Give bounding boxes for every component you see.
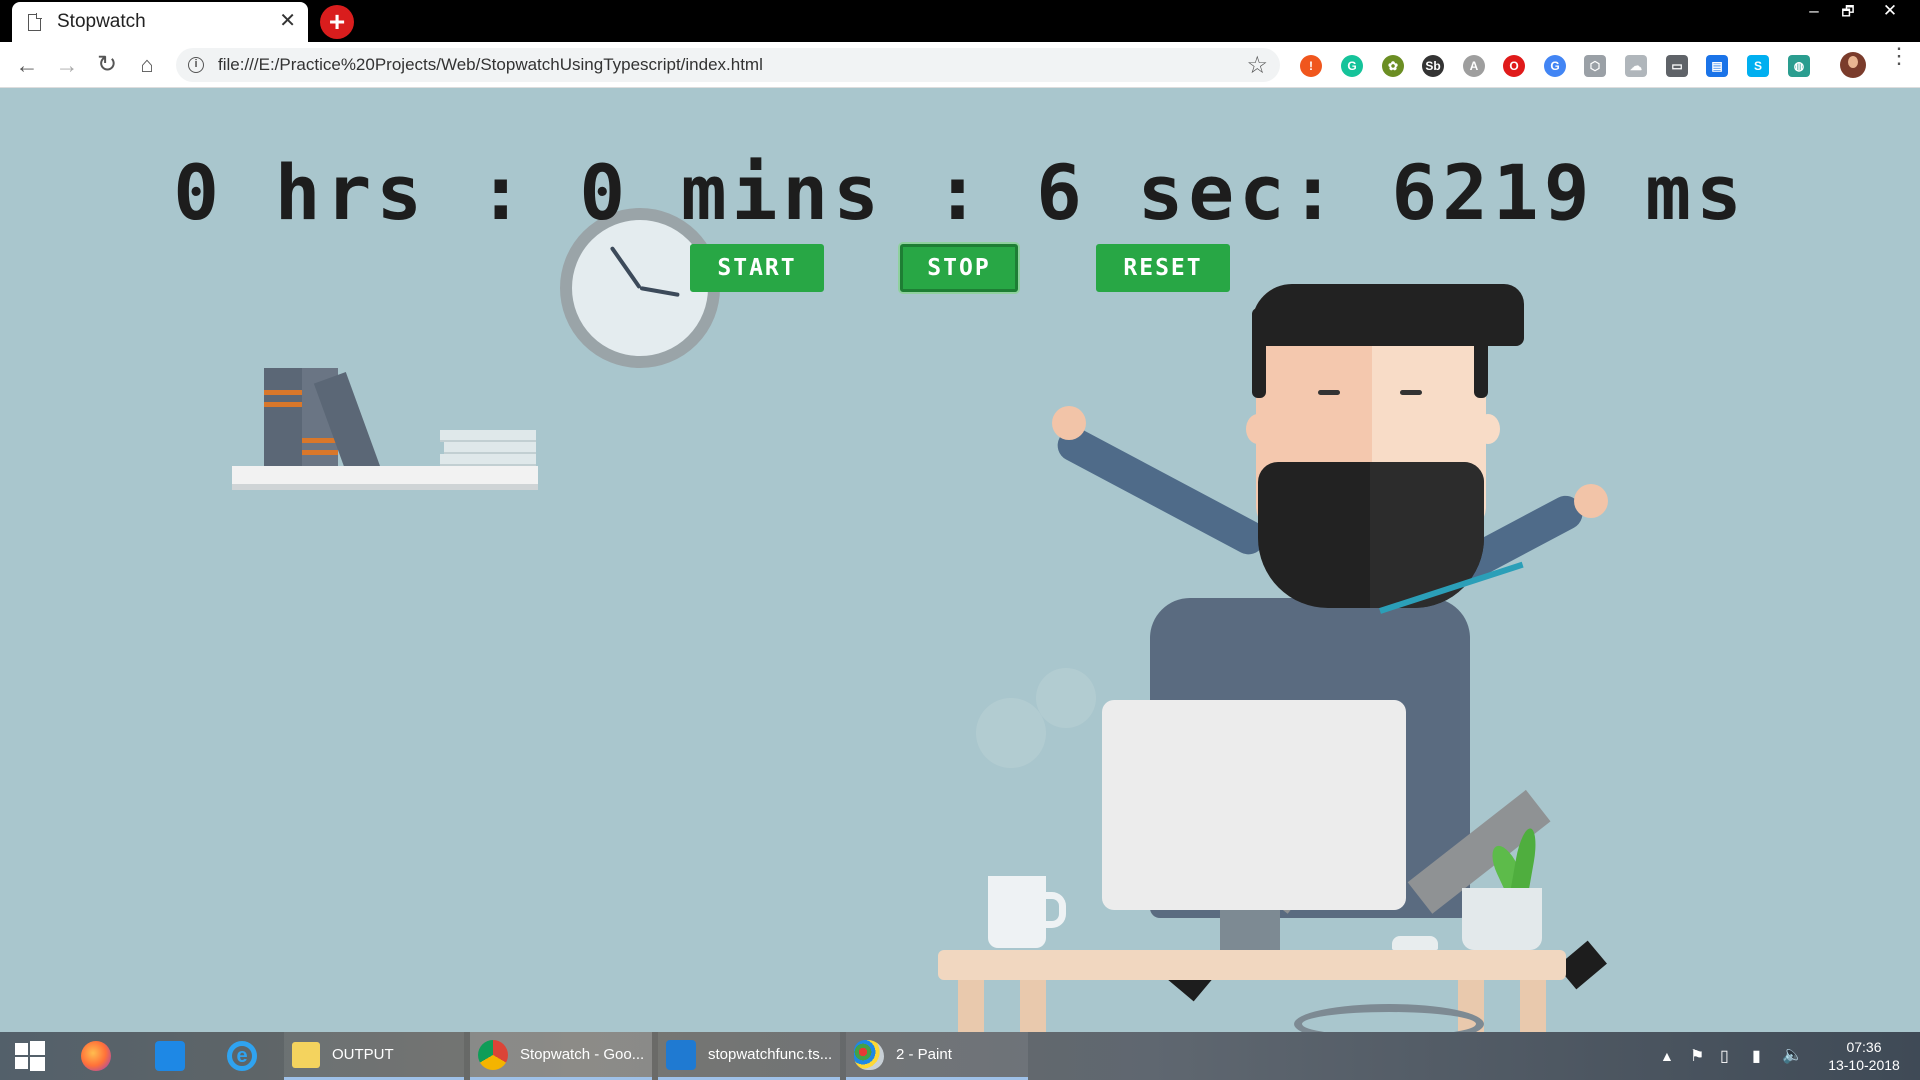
profile-avatar[interactable] bbox=[1840, 52, 1866, 78]
tray-chevron-icon[interactable]: ▲ bbox=[1660, 1048, 1674, 1080]
reload-icon[interactable]: ↻ bbox=[92, 50, 122, 80]
tab-title: Stopwatch bbox=[57, 11, 146, 32]
tray-flag-icon[interactable]: ⚑ bbox=[1690, 1046, 1704, 1080]
taskbar-app-label: stopwatchfunc.ts... bbox=[708, 1046, 833, 1063]
coffee-steam bbox=[976, 698, 1046, 768]
desk-leg bbox=[1520, 980, 1546, 1032]
touch-hand-icon bbox=[155, 1041, 185, 1071]
coffee-mug bbox=[988, 876, 1046, 948]
stopwatch-display: 0 hrs : 0 mins : 6 sec: 6219 ms bbox=[173, 148, 1747, 237]
sb-extension-icon[interactable]: Sb bbox=[1422, 55, 1444, 77]
opera-extension-icon[interactable]: O bbox=[1503, 55, 1525, 77]
taskbar-app-label: OUTPUT bbox=[332, 1046, 394, 1063]
taskbar-date: 13-10-2018 bbox=[1828, 1057, 1900, 1073]
folder-icon bbox=[292, 1041, 320, 1068]
desk-leg bbox=[958, 980, 984, 1032]
taskbar-time: 07:36 bbox=[1846, 1039, 1882, 1055]
cloud-extension-icon[interactable]: ☁ bbox=[1625, 55, 1647, 77]
back-arrow-icon[interactable]: ← bbox=[12, 50, 42, 80]
stop-button[interactable]: STOP bbox=[900, 244, 1018, 292]
man-ear bbox=[1246, 414, 1270, 444]
tray-battery-icon[interactable]: ▯ bbox=[1720, 1046, 1729, 1080]
translate-extension-icon[interactable]: A bbox=[1463, 55, 1485, 77]
document-icon bbox=[28, 12, 42, 31]
vscode-icon bbox=[666, 1039, 696, 1070]
inbox-extension-icon[interactable]: ▤ bbox=[1706, 55, 1728, 77]
man-eye bbox=[1318, 390, 1340, 395]
address-bar[interactable]: i file:///E:/Practice%20Projects/Web/Sto… bbox=[176, 48, 1280, 82]
start-button[interactable]: START bbox=[690, 244, 824, 292]
man-left-arm bbox=[1052, 421, 1272, 560]
tray-volume-icon[interactable]: 🔈 bbox=[1782, 1045, 1803, 1080]
shelf bbox=[232, 466, 538, 484]
close-window-button[interactable]: ✕ bbox=[1872, 0, 1908, 22]
book bbox=[264, 368, 302, 466]
close-tab-icon[interactable]: ✕ bbox=[279, 11, 296, 31]
alert-extension-icon[interactable]: ! bbox=[1300, 55, 1322, 77]
computer-monitor bbox=[1102, 700, 1406, 910]
forward-arrow-icon[interactable]: → bbox=[52, 50, 82, 80]
internet-explorer-icon: e bbox=[227, 1041, 257, 1071]
taskbar-app-chrome[interactable]: Stopwatch - Goo... bbox=[470, 1032, 652, 1080]
browser-toolbar: ← → ↻ ⌂ i file:///E:/Practice%20Projects… bbox=[0, 42, 1920, 88]
windows-logo-icon bbox=[15, 1041, 45, 1071]
bug-extension-icon[interactable]: ✿ bbox=[1382, 55, 1404, 77]
menu-dots-icon[interactable]: ⋮ bbox=[1888, 45, 1910, 67]
taskbar-clock[interactable]: 07:36 13-10-2018 bbox=[1816, 1038, 1912, 1074]
firefox-icon bbox=[81, 1041, 111, 1071]
info-icon[interactable]: i bbox=[188, 57, 204, 73]
desk-leg bbox=[1020, 980, 1046, 1032]
touch-app-taskbar-icon[interactable] bbox=[150, 1032, 190, 1080]
tray-network-icon[interactable]: ▮ bbox=[1752, 1046, 1761, 1080]
firefox-taskbar-icon[interactable] bbox=[76, 1032, 116, 1080]
tab-stopwatch[interactable]: Stopwatch ✕ bbox=[12, 2, 308, 42]
restore-button[interactable]: 🗗 bbox=[1830, 0, 1866, 22]
google-translate-icon[interactable]: G bbox=[1544, 55, 1566, 77]
chair-base bbox=[1294, 1004, 1484, 1032]
cube-extension-icon[interactable]: ⬡ bbox=[1584, 55, 1606, 77]
grammarly-icon[interactable]: G bbox=[1341, 55, 1363, 77]
home-icon[interactable]: ⌂ bbox=[132, 50, 162, 80]
man-eye bbox=[1400, 390, 1422, 395]
bookmark-star-icon[interactable]: ☆ bbox=[1246, 51, 1268, 80]
man-left-hand bbox=[1052, 406, 1086, 440]
desk-top bbox=[938, 950, 1566, 980]
paper-stack bbox=[440, 430, 536, 442]
globe-extension-icon[interactable]: ◍ bbox=[1788, 55, 1810, 77]
clock-hour-hand bbox=[609, 245, 642, 290]
paint-palette-icon bbox=[854, 1039, 884, 1070]
plant-pot bbox=[1462, 888, 1542, 950]
reset-button[interactable]: RESET bbox=[1096, 244, 1230, 292]
clock-minute-hand bbox=[639, 286, 680, 297]
url-text[interactable]: file:///E:/Practice%20Projects/Web/Stopw… bbox=[218, 55, 763, 75]
taskbar-app-label: 2 - Paint bbox=[896, 1046, 952, 1063]
man-right-hand bbox=[1574, 484, 1608, 518]
taskbar-app-output[interactable]: OUTPUT bbox=[284, 1032, 464, 1080]
man-ear bbox=[1476, 414, 1500, 444]
ie-taskbar-icon[interactable]: e bbox=[222, 1032, 262, 1080]
windows-start-button[interactable] bbox=[10, 1032, 50, 1080]
chrome-icon bbox=[478, 1039, 508, 1070]
taskbar-app-label: Stopwatch - Goo... bbox=[520, 1046, 645, 1063]
minimize-button[interactable]: – bbox=[1796, 0, 1832, 22]
browser-tab-strip: Stopwatch ✕ + – 🗗 ✕ bbox=[0, 0, 1920, 42]
computer-mouse bbox=[1392, 936, 1438, 950]
taskbar-app-paint[interactable]: 2 - Paint bbox=[846, 1032, 1028, 1080]
new-tab-button[interactable]: + bbox=[320, 5, 354, 39]
page-content: 0 hrs : 0 mins : 6 sec: 6219 ms START ST… bbox=[0, 88, 1920, 1032]
skype-extension-icon[interactable]: S bbox=[1747, 55, 1769, 77]
windows-taskbar: e OUTPUT Stopwatch - Goo... stopwatchfun… bbox=[0, 1032, 1920, 1080]
taskbar-app-vscode[interactable]: stopwatchfunc.ts... bbox=[658, 1032, 840, 1080]
cast-extension-icon[interactable]: ▭ bbox=[1666, 55, 1688, 77]
